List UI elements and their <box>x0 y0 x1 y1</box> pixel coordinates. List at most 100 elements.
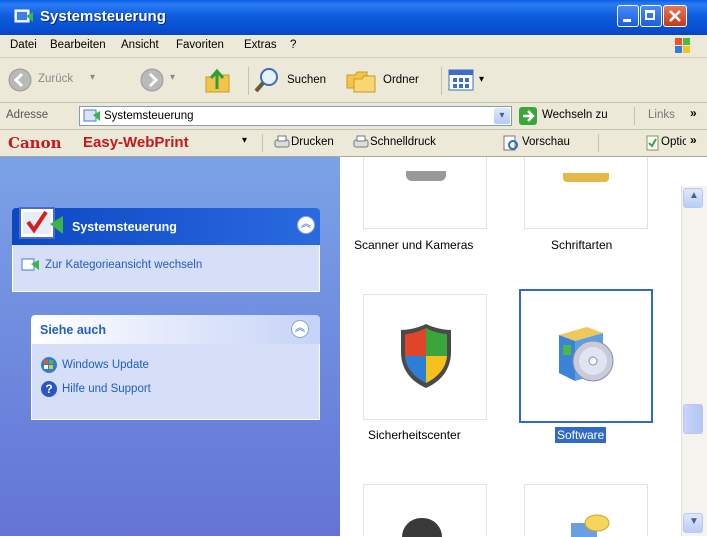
item-software-selected[interactable] <box>519 289 653 423</box>
toolbar-separator <box>441 67 442 95</box>
menu-bar: Datei Bearbeiten Ansicht Favoriten Extra… <box>0 35 707 58</box>
address-value: Systemsteuerung <box>104 110 194 122</box>
item-fonts[interactable] <box>524 157 654 230</box>
chevron-right-double-icon[interactable]: » <box>690 106 697 120</box>
close-button[interactable] <box>663 5 687 27</box>
go-label: Wechseln zu <box>542 109 608 121</box>
options-button[interactable]: Optic <box>646 133 686 153</box>
chevron-down-icon: ▼ <box>689 516 699 527</box>
item-label[interactable]: Scanner und Kameras <box>354 238 473 252</box>
item-label[interactable]: Schriftarten <box>551 238 612 252</box>
back-button[interactable]: Zurück ▾ <box>8 66 123 94</box>
options-label: Optic <box>661 136 686 148</box>
options-icon <box>646 135 659 151</box>
panel-body-see-also: Windows Update ? Hilfe und Support <box>31 344 320 420</box>
preview-label: Vorschau <box>522 136 570 148</box>
search-label: Suchen <box>287 74 327 86</box>
printer-icon <box>274 135 290 148</box>
control-panel-icon <box>21 258 39 271</box>
menu-extras[interactable]: Extras <box>244 39 277 51</box>
item-label-selected[interactable]: Software <box>555 427 607 443</box>
chevron-down-icon: ▾ <box>479 74 485 85</box>
vertical-scrollbar[interactable] <box>681 186 707 536</box>
link-label: Zur Kategorieansicht wechseln <box>45 259 203 271</box>
item-security-center[interactable] <box>363 294 487 420</box>
windows-logo-icon <box>675 38 690 53</box>
print-label: Drucken <box>291 136 334 148</box>
toolbar-separator <box>598 134 599 152</box>
easy-webprint-menu[interactable]: Easy-WebPrint <box>83 134 189 151</box>
chevron-up-double-icon: ︽ <box>295 323 305 334</box>
link-label: Windows Update <box>62 359 149 371</box>
windows-update-link[interactable]: Windows Update <box>40 356 310 376</box>
printer-icon <box>353 135 369 148</box>
close-icon <box>669 10 681 22</box>
scroll-thumb[interactable] <box>683 404 703 434</box>
standard-toolbar: Zurück ▾ ▾ Suchen Ordner ▾ <box>0 58 707 103</box>
maximize-button[interactable] <box>640 5 662 27</box>
item-scanners-cameras[interactable] <box>363 157 493 230</box>
canon-easy-webprint-toolbar: Canon Easy-WebPrint ▾ Drucken Schnelldru… <box>0 130 707 157</box>
content-pane: Scanner und Kameras Schriftarten Sicherh… <box>340 157 681 537</box>
speaker-icon <box>402 518 442 537</box>
address-input[interactable]: Systemsteuerung ▾ <box>79 106 512 126</box>
menu-help[interactable]: ? <box>290 39 296 51</box>
panel-header-see-also[interactable]: Siehe auch ︽ <box>31 315 320 344</box>
views-icon <box>448 69 474 91</box>
task-pane: Systemsteuerung ︽ Zur Kategorieansicht w… <box>0 157 340 536</box>
menu-ansicht[interactable]: Ansicht <box>121 39 159 51</box>
shield-icon <box>401 324 451 388</box>
switch-to-category-view-link[interactable]: Zur Kategorieansicht wechseln <box>21 256 311 276</box>
panel-title: Siehe auch <box>40 323 106 337</box>
chevron-down-icon[interactable]: ▾ <box>242 135 247 146</box>
scanner-icon <box>406 171 446 181</box>
collapse-button[interactable]: ︽ <box>291 320 309 338</box>
quickprint-button[interactable]: Schnelldruck <box>352 133 447 153</box>
folders-icon <box>346 71 376 93</box>
title-bar[interactable]: Systemsteuerung <box>0 0 707 35</box>
item-sounds[interactable] <box>363 484 487 537</box>
folders-button[interactable]: Ordner <box>345 66 435 94</box>
panel-body-systemsteuerung: Zur Kategorieansicht wechseln <box>12 245 320 292</box>
views-button[interactable]: ▾ <box>447 66 493 94</box>
help-and-support-link[interactable]: ? Hilfe und Support <box>40 380 310 400</box>
go-button[interactable]: Wechseln zu <box>518 106 630 126</box>
control-panel-icon <box>83 109 100 122</box>
back-arrow-icon <box>8 68 32 92</box>
back-label: Zurück <box>38 73 74 85</box>
preview-button[interactable]: Vorschau <box>502 133 587 153</box>
folders-label: Ordner <box>383 74 419 86</box>
address-bar: Adresse Systemsteuerung ▾ Wechseln zu Li… <box>0 103 707 130</box>
toolbar-separator <box>248 67 249 95</box>
scroll-down-button[interactable]: ▼ <box>683 513 703 533</box>
chevron-down-icon: ▾ <box>499 110 505 121</box>
links-label[interactable]: Links <box>648 109 675 121</box>
menu-bearbeiten[interactable]: Bearbeiten <box>50 39 106 51</box>
chevron-right-double-icon[interactable]: » <box>690 133 697 147</box>
menu-datei[interactable]: Datei <box>10 39 37 51</box>
search-button[interactable]: Suchen <box>252 66 338 94</box>
menu-favoriten[interactable]: Favoriten <box>176 39 224 51</box>
help-icon: ? <box>41 381 57 397</box>
item-label[interactable]: Sicherheitscenter <box>368 428 461 442</box>
chevron-down-icon: ▾ <box>170 72 176 83</box>
control-panel-large-icon <box>19 207 63 239</box>
print-button[interactable]: Drucken <box>273 133 343 153</box>
folder-up-icon[interactable] <box>203 67 233 95</box>
scroll-up-button[interactable]: ▲ <box>683 188 703 208</box>
windows-update-icon <box>41 357 57 373</box>
forward-button[interactable]: ▾ <box>140 68 182 94</box>
item-network[interactable] <box>524 484 648 537</box>
toolbar-separator <box>634 107 635 125</box>
collapse-button[interactable]: ︽ <box>297 216 315 234</box>
preview-icon <box>503 135 518 151</box>
forward-arrow-icon <box>140 68 164 92</box>
item-tile <box>524 157 648 229</box>
chevron-down-icon: ▾ <box>90 72 96 83</box>
software-cd-box-icon <box>559 327 614 382</box>
fonts-folder-icon <box>563 173 609 182</box>
svg-text:?: ? <box>45 382 52 396</box>
minimize-button[interactable] <box>617 5 639 27</box>
quickprint-label: Schnelldruck <box>370 136 436 148</box>
address-dropdown-button[interactable]: ▾ <box>494 108 510 124</box>
